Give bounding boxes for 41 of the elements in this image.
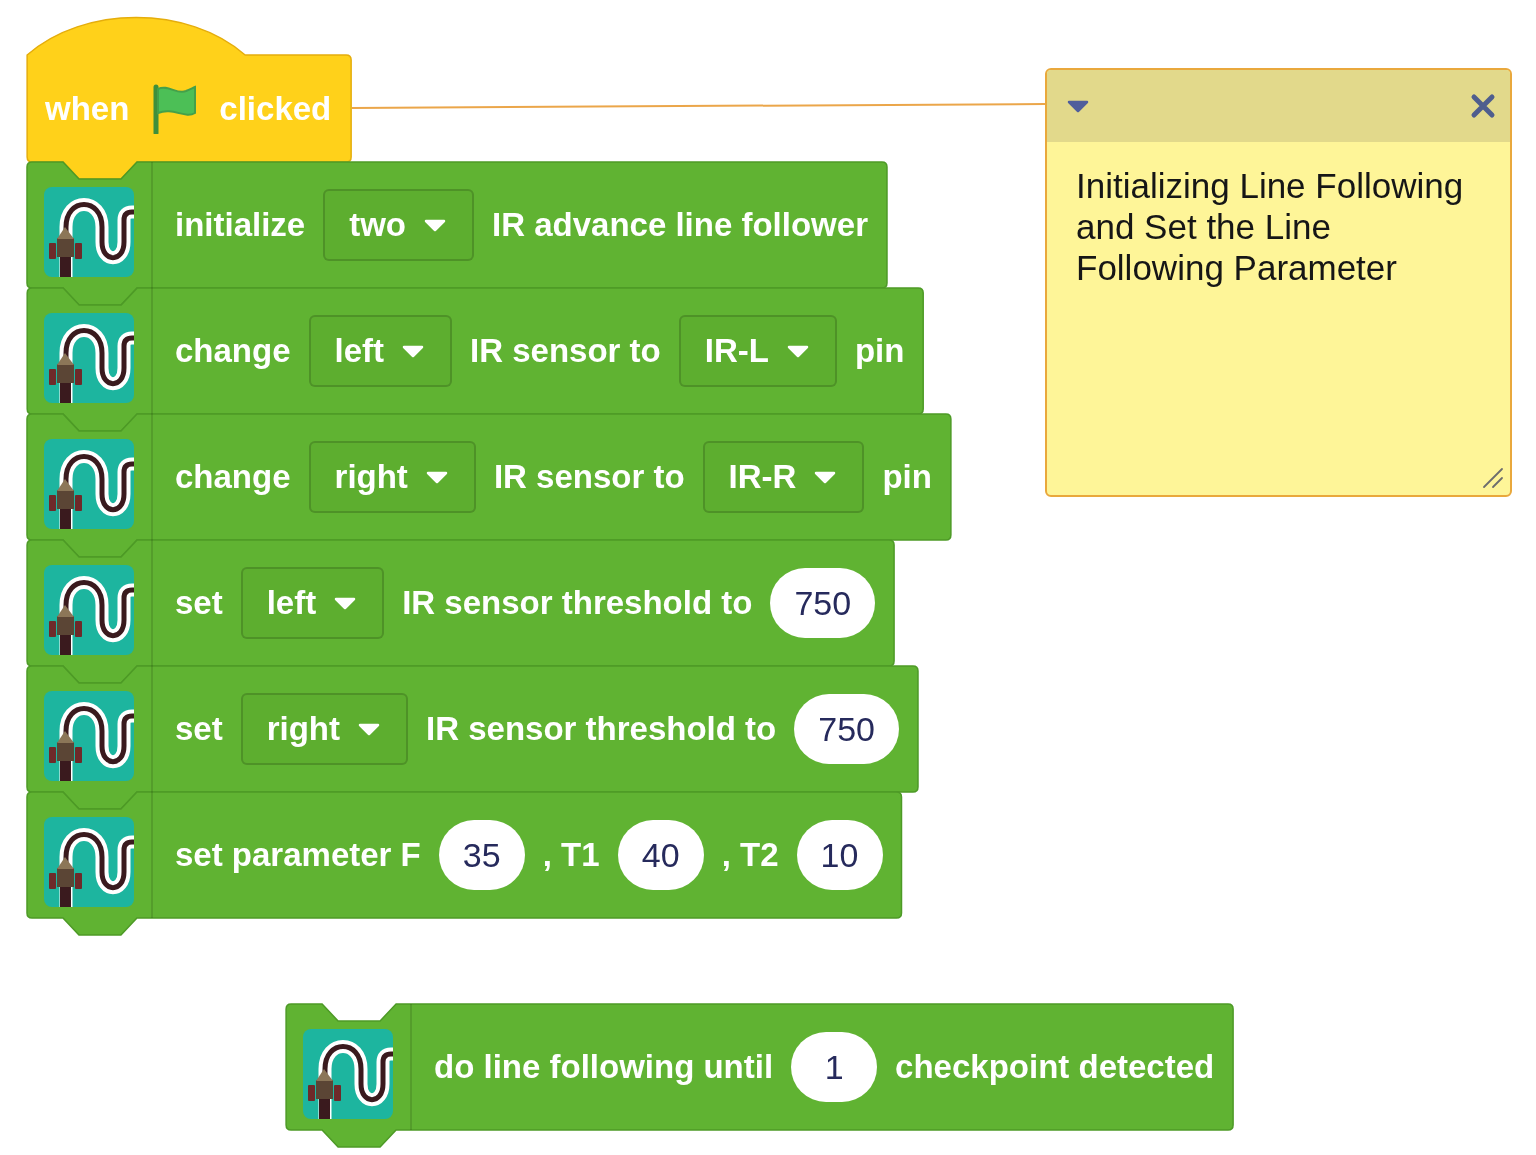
block-label: change: [175, 457, 291, 497]
block-label: initialize: [175, 205, 306, 245]
robot-track-icon: [44, 565, 134, 655]
caret-icon: [786, 344, 809, 358]
caret-icon: [402, 344, 425, 358]
caret-icon: [334, 596, 357, 610]
flag-icon: [151, 83, 198, 134]
block-label: do line following until: [434, 1047, 774, 1087]
robot-track-icon: [44, 817, 134, 907]
robot-track-icon: [44, 439, 134, 529]
robot-track-icon: [44, 691, 134, 781]
robot-track-icon: [44, 187, 134, 277]
block-label: change: [175, 331, 291, 371]
block-label: IR sensor to: [493, 457, 685, 497]
caret-icon: [425, 470, 448, 484]
robot-track-icon: [44, 313, 134, 403]
code-block[interactable]: do line following until 1 checkpoint detected: [286, 1004, 1234, 1147]
block-label: IR sensor to: [470, 331, 661, 371]
caret-icon[interactable]: [1067, 99, 1089, 113]
close-icon[interactable]: [1470, 93, 1496, 119]
block-label: , T1: [542, 835, 600, 875]
comment-text: Initializing Line Following and Set the Line Following Parameter: [1076, 165, 1465, 288]
code-block[interactable]: set parameter F 35 , T1 40 , T2 10: [27, 792, 902, 935]
robot-track-icon: [303, 1029, 393, 1119]
block-label: , T2: [721, 835, 779, 875]
block-label: pin: [882, 457, 932, 497]
resize-grip-icon[interactable]: [1482, 467, 1504, 489]
caret-icon: [358, 722, 381, 736]
block-label: clicked: [219, 88, 332, 129]
caret-icon: [424, 218, 447, 232]
block-label: set: [175, 709, 223, 749]
block-label: IR advance line follower: [492, 205, 868, 245]
block-label: set: [175, 583, 223, 623]
block-label: pin: [854, 331, 905, 371]
block-label: checkpoint detected: [895, 1047, 1215, 1087]
block-label: set parameter F: [175, 835, 421, 875]
comment-note[interactable]: Initializing Line Following and Set the Line Following Parameter: [1045, 68, 1512, 497]
block-label: IR sensor threshold to: [426, 709, 777, 749]
block-label: when: [45, 88, 130, 129]
block-label: IR sensor threshold to: [402, 583, 753, 623]
caret-icon: [814, 470, 837, 484]
